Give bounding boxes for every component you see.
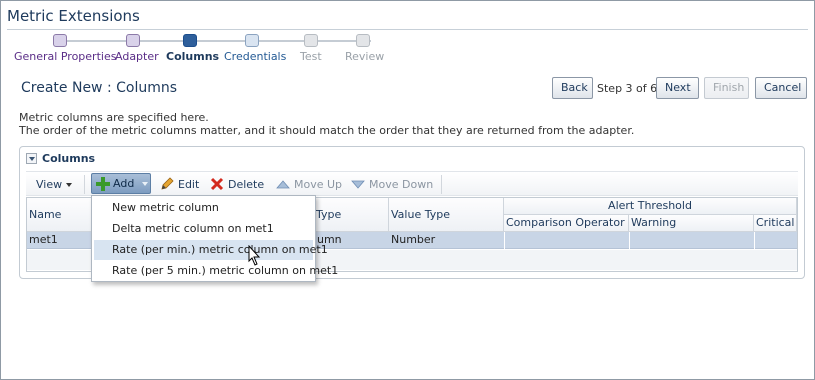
move-down-label: Move Down xyxy=(369,178,434,191)
page-title: Create New : Columns xyxy=(21,80,178,96)
column-header-value-type-text: Value Type xyxy=(391,208,450,221)
cell-divider xyxy=(754,232,755,249)
train-stop-general-properties[interactable] xyxy=(53,34,67,47)
edit-button[interactable]: Edit xyxy=(160,177,199,192)
step-counter: Step 3 of 6 xyxy=(597,82,658,95)
column-group-alert-threshold: Alert Threshold xyxy=(504,198,797,215)
train-connector xyxy=(67,40,371,42)
train-stop-adapter[interactable] xyxy=(126,34,140,47)
mouse-cursor-icon xyxy=(248,245,261,266)
move-up-label: Move Up xyxy=(294,178,343,191)
cell-divider xyxy=(504,232,505,249)
column-header-critical[interactable]: Critical xyxy=(754,215,797,232)
delete-label: Delete xyxy=(228,178,265,191)
description-line-1: Metric columns are specified here. xyxy=(19,111,209,124)
train-stop-columns xyxy=(183,34,197,47)
title-divider xyxy=(7,29,808,30)
back-button[interactable]: Back xyxy=(552,77,593,99)
step-review: Review xyxy=(345,50,385,63)
add-plus-icon xyxy=(96,177,110,191)
column-header-type[interactable]: Type xyxy=(314,198,389,232)
menu-item-rate-per-5-min-column[interactable]: Rate (per 5 min.) metric column on met1 xyxy=(94,261,338,281)
pencil-icon xyxy=(161,177,174,190)
row-value-type: Number xyxy=(391,233,436,246)
description-line-2: The order of the metric columns matter, … xyxy=(19,124,635,137)
toolbar-separator xyxy=(441,175,442,194)
app-title: Metric Extensions xyxy=(7,7,140,25)
move-down-button: Move Down xyxy=(351,177,433,192)
column-header-comparison-operator[interactable]: Comparison Operator xyxy=(504,215,629,232)
edit-label: Edit xyxy=(178,178,200,191)
step-adapter[interactable]: Adapter xyxy=(115,50,159,63)
cell-divider xyxy=(629,232,630,249)
menu-item-new-metric-column[interactable]: New metric column xyxy=(94,198,313,218)
column-header-name-label: Name xyxy=(29,208,62,221)
chevron-down-icon xyxy=(66,183,73,187)
add-label: Add xyxy=(113,177,135,190)
arrow-down-icon xyxy=(351,180,365,189)
next-button[interactable]: Next xyxy=(656,77,699,99)
train-stop-review xyxy=(356,34,370,47)
train-stop-credentials[interactable] xyxy=(245,34,259,47)
train-stop-test xyxy=(304,34,318,47)
step-general-properties[interactable]: General Properties xyxy=(14,50,116,63)
step-columns: Columns xyxy=(166,50,220,63)
collapse-icon[interactable] xyxy=(26,153,37,164)
chevron-down-icon xyxy=(142,182,148,186)
delete-button[interactable]: Delete xyxy=(210,177,264,192)
add-dropdown-menu: New metric column Delta metric column on… xyxy=(91,195,338,282)
view-label: View xyxy=(36,178,63,191)
menu-item-rate-per-min-column[interactable]: Rate (per min.) metric column on met1 xyxy=(94,240,328,260)
metric-extensions-window: Metric Extensions General Properties Ada… xyxy=(0,0,815,380)
add-button[interactable]: Add xyxy=(91,173,151,194)
step-test: Test xyxy=(300,50,322,63)
toolbar-separator xyxy=(84,175,85,194)
step-train: General Properties Adapter Columns Crede… xyxy=(13,34,393,64)
column-header-warning[interactable]: Warning xyxy=(629,215,754,232)
row-name: met1 xyxy=(29,233,58,246)
arrow-up-icon xyxy=(276,180,290,189)
finish-button: Finish xyxy=(704,77,749,99)
view-menu[interactable]: View xyxy=(36,177,73,192)
menu-item-delta-metric-column[interactable]: Delta metric column on met1 xyxy=(94,219,313,239)
columns-toolbar: View Add Edit Delete Move Up Move Down xyxy=(26,171,798,196)
step-credentials[interactable]: Credentials xyxy=(224,50,286,63)
columns-panel-title: Columns xyxy=(42,152,96,165)
column-header-type-text: Type xyxy=(316,208,342,221)
move-up-button: Move Up xyxy=(276,177,342,192)
delete-x-icon xyxy=(210,177,224,191)
cancel-button[interactable]: Cancel xyxy=(755,77,807,99)
column-header-value-type[interactable]: Value Type xyxy=(389,198,504,232)
